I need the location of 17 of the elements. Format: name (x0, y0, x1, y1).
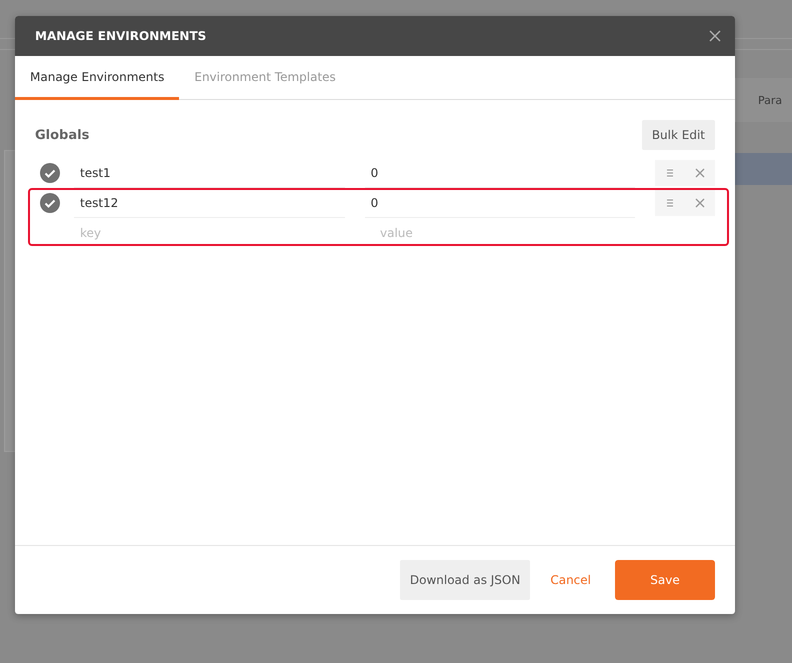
delete-icon[interactable] (695, 198, 706, 208)
value-field[interactable]: 0 (364, 188, 636, 218)
close-icon[interactable] (709, 30, 721, 42)
key-field[interactable]: test12 (74, 188, 345, 218)
dialog-title: MANAGE ENVIRONMENTS (35, 29, 206, 43)
background-selected-row (735, 153, 792, 185)
section-title: Globals (35, 128, 90, 142)
value-field[interactable]: 0 (364, 158, 636, 188)
key-field[interactable]: test1 (74, 158, 345, 188)
bulk-edit-button[interactable]: Bulk Edit (642, 120, 715, 150)
drag-handle-icon[interactable] (665, 168, 676, 178)
tab[interactable]: Manage Environments (15, 56, 180, 100)
check-icon[interactable] (40, 163, 60, 183)
check-icon[interactable] (40, 193, 60, 213)
drag-handle-icon[interactable] (665, 198, 676, 208)
delete-icon[interactable] (695, 168, 706, 178)
dialog-button[interactable]: Download as JSON (400, 560, 530, 600)
